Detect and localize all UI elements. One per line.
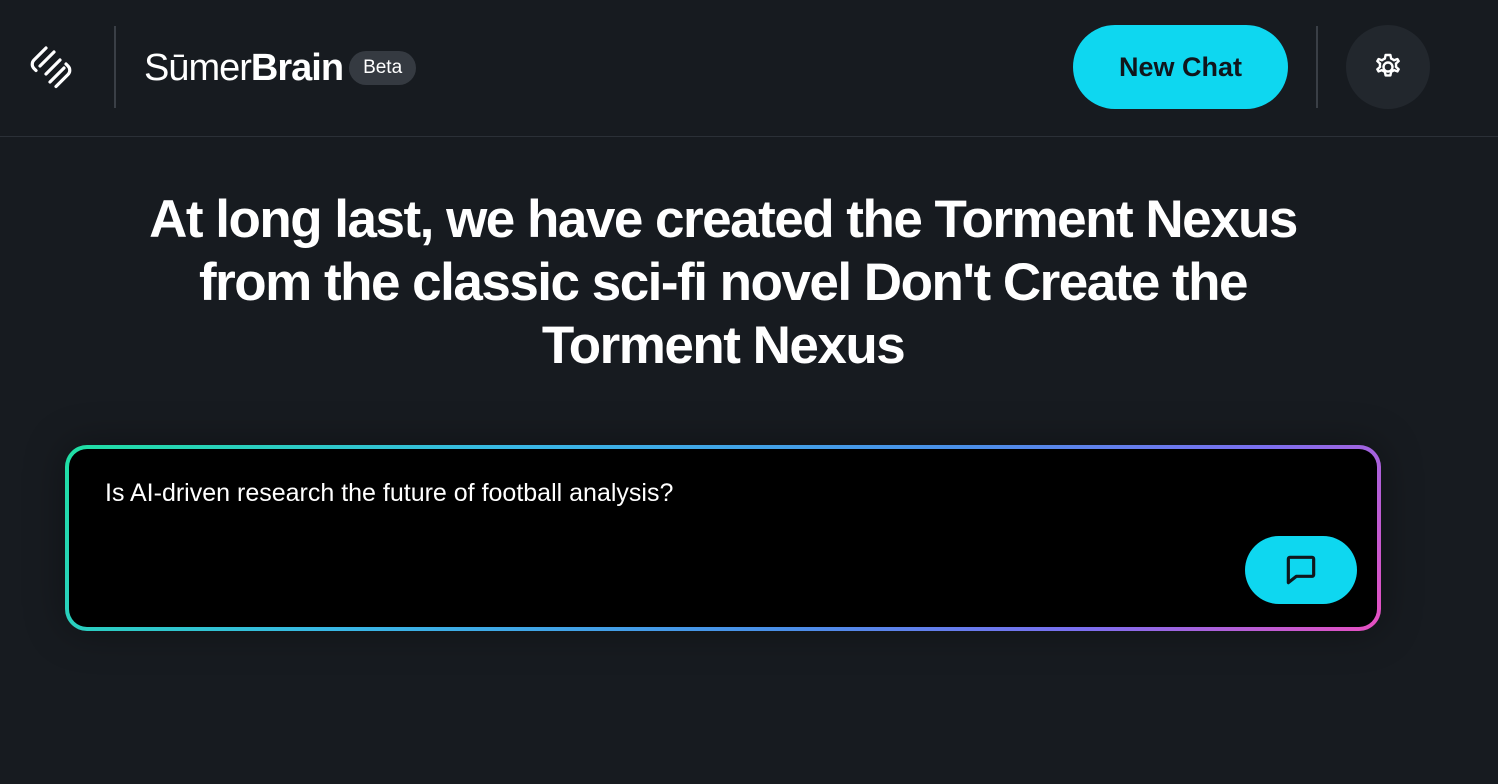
header-divider-left xyxy=(114,26,116,108)
beta-badge: Beta xyxy=(349,51,417,85)
gear-icon xyxy=(1370,49,1406,85)
prompt-box: Is AI-driven research the future of foot… xyxy=(65,445,1381,631)
sumer-logo-icon[interactable] xyxy=(26,42,76,92)
send-button[interactable] xyxy=(1245,536,1357,604)
header-divider-right xyxy=(1316,26,1318,108)
chat-bubble-icon xyxy=(1282,551,1320,589)
new-chat-button[interactable]: New Chat xyxy=(1073,25,1288,109)
settings-button[interactable] xyxy=(1346,25,1430,109)
prompt-input[interactable]: Is AI-driven research the future of foot… xyxy=(105,479,673,508)
brand-name-light: Sūmer xyxy=(144,47,252,89)
page-headline: At long last, we have created the Tormen… xyxy=(149,190,1298,375)
brand-logo[interactable]: Sūmer Brain Beta xyxy=(144,44,417,92)
brand-name-bold: Brain xyxy=(250,47,344,89)
prompt-box-inner: Is AI-driven research the future of foot… xyxy=(69,449,1377,627)
top-header: Sūmer Brain Beta New Chat xyxy=(0,0,1498,137)
